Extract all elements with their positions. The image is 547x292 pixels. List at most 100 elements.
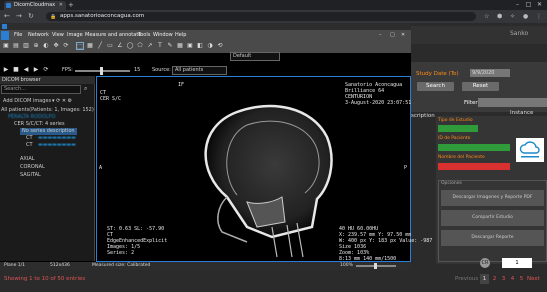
tab-title: DicomCloudmax	[14, 2, 56, 8]
tree-patient[interactable]: PERALTA RODOLFO	[8, 114, 55, 121]
source-select[interactable]: All patients	[172, 66, 227, 75]
menu-image[interactable]: Image	[67, 31, 83, 40]
extensions-icon[interactable]: ⬢	[497, 12, 502, 21]
step-forward-icon[interactable]: ▶	[32, 66, 40, 74]
browser-tab[interactable]: DicomCloudmax ✕	[4, 1, 66, 10]
column-description[interactable]: scription	[411, 113, 435, 119]
page-4[interactable]: 4	[508, 274, 517, 284]
menu-view[interactable]: View	[52, 31, 64, 40]
reset-view-icon[interactable]: ⟲	[216, 42, 224, 50]
dicomcloudmax-logo	[516, 138, 544, 162]
reset-button[interactable]: Reset	[462, 82, 499, 91]
dicom-close-icon[interactable]: ✕	[401, 31, 405, 40]
save-icon[interactable]: ▤	[12, 42, 20, 50]
cloud-icon	[519, 141, 540, 158]
overlay-bottom-right: 40 HU 60.00HU X: 239.57 mm Y: 97.50 mm W…	[339, 226, 433, 262]
zoom-slider-handle[interactable]	[374, 263, 377, 269]
play-icon[interactable]: ▶	[2, 66, 10, 74]
tree-series-no-description[interactable]: No series description	[20, 128, 77, 135]
next-page[interactable]: Next	[527, 274, 540, 284]
layout-select[interactable]: Default	[230, 52, 280, 61]
select-tool-icon[interactable]: ⬚	[76, 42, 84, 50]
menu-tools[interactable]: Tools	[138, 31, 150, 40]
polygon-icon[interactable]: ⬠	[136, 42, 144, 50]
ellipse-icon[interactable]: ◯	[126, 42, 134, 50]
rotate-icon[interactable]: ⟳	[62, 42, 70, 50]
pan-icon[interactable]: ✥	[52, 42, 60, 50]
zoom-icon[interactable]: ⊕	[32, 42, 40, 50]
angle-icon[interactable]: ∠	[116, 42, 124, 50]
new-tab-icon[interactable]: +	[68, 0, 74, 10]
overlay-bottom-left: ST: 0.63 SL: -57.90 CT EdgeEnhancedExpli…	[107, 226, 168, 256]
tree-image-ct-1[interactable]: CT	[26, 135, 33, 142]
step-back-icon[interactable]: ◀	[22, 66, 30, 74]
dicom-browser-title: DICOM browser	[0, 76, 95, 84]
pencil-icon[interactable]: ✎	[166, 42, 174, 50]
tree-all-patients[interactable]: All patients(Patients: 1, Images: 152)	[1, 107, 94, 114]
ruler-icon[interactable]: ▭	[106, 42, 114, 50]
tree-hidden-info-1: ▬▬▬▬▬▬▬▬	[38, 135, 76, 141]
star-icon[interactable]: ☆	[484, 12, 489, 21]
forward-icon[interactable]: →	[16, 12, 22, 21]
url-field[interactable]: 🔒 apps.sanatorioaconcagua.com	[46, 12, 476, 21]
status-measured: Measured size: Calibrated	[92, 263, 151, 268]
menu-network[interactable]: Network	[28, 31, 49, 40]
id-paciente-label: ID de Paciente	[438, 136, 471, 141]
fps-label: FPS:	[62, 67, 73, 73]
open-folder-icon[interactable]: ▣	[2, 42, 10, 50]
tree-series-axial[interactable]: AXIAL	[20, 156, 35, 163]
arrow-annot-icon[interactable]: ↗	[146, 42, 154, 50]
grid-icon[interactable]: ▦	[176, 42, 184, 50]
layout-icon[interactable]: ▣	[186, 42, 194, 50]
orientation-marker-left: A	[99, 165, 103, 171]
puzzle-icon[interactable]: ✧	[510, 12, 515, 21]
search-icon[interactable]: ⌕	[84, 85, 87, 93]
tree-image-ct-2[interactable]: CT	[26, 142, 33, 149]
favicon-icon	[6, 3, 11, 8]
sidebar-tools-icons[interactable]: ▾ ⟳ ✕ ⚙	[52, 98, 72, 105]
page-3[interactable]: 3	[499, 274, 508, 284]
page-number-box[interactable]: 1	[502, 258, 532, 268]
download-report-button[interactable]: Descargar Reporte	[441, 230, 544, 246]
tree-study[interactable]: CER S/C/CT: 4 series	[14, 121, 65, 128]
search-button[interactable]: Search	[417, 82, 454, 91]
profile-icon[interactable]: ●	[523, 12, 528, 21]
previous-page[interactable]: Previous	[455, 274, 478, 284]
window-level-icon[interactable]: ◐	[42, 42, 50, 50]
menu-measure[interactable]: Measure and annotate	[85, 31, 141, 40]
invert-icon[interactable]: ◑	[206, 42, 214, 50]
tree-series-sagital[interactable]: SAGITAL	[20, 172, 41, 179]
dicom-search-input[interactable]: Search...	[1, 85, 81, 94]
loop-icon[interactable]: ⟳	[42, 66, 50, 74]
crop-icon[interactable]: ▦	[86, 42, 94, 50]
line-icon[interactable]: ╱	[96, 42, 104, 50]
page-1[interactable]: 1	[480, 274, 489, 284]
download-images-button[interactable]: Descargar Imagenes y Reporte PDF	[441, 190, 544, 206]
fps-slider-handle[interactable]	[100, 67, 103, 75]
tree-series-coronal[interactable]: CORONAL	[20, 164, 45, 171]
print-icon[interactable]: ▥	[22, 42, 30, 50]
close-window-icon[interactable]: ✕	[534, 0, 545, 10]
stop-icon[interactable]: ■	[12, 66, 20, 74]
user-name: Sanko	[510, 30, 529, 37]
filter-input[interactable]	[478, 98, 547, 107]
menu-help[interactable]: Help	[175, 31, 186, 40]
text-annot-icon[interactable]: T	[156, 42, 164, 50]
dicom-minimize-icon[interactable]: –	[379, 31, 382, 40]
dicom-maximize-icon[interactable]: □	[390, 31, 395, 40]
reload-icon[interactable]: ↻	[28, 12, 34, 21]
study-date-input[interactable]: 9/9/2020	[470, 69, 510, 77]
add-dicom-images[interactable]: Add DICOM images	[3, 98, 51, 105]
maximize-icon[interactable]: □	[523, 0, 534, 10]
overlay-top-center: IF	[178, 82, 185, 88]
mpr-icon[interactable]: ◧	[196, 42, 204, 50]
share-study-button[interactable]: Compartir Estudio	[441, 210, 544, 226]
minimize-icon[interactable]: –	[512, 0, 523, 10]
menu-icon[interactable]: ⋮	[536, 12, 542, 21]
close-tab-icon[interactable]: ✕	[59, 1, 63, 10]
page-5[interactable]: 5	[517, 274, 526, 284]
back-icon[interactable]: ←	[4, 12, 10, 21]
menu-file[interactable]: File	[14, 31, 22, 40]
page-2[interactable]: 2	[490, 274, 499, 284]
menu-window[interactable]: Window	[153, 31, 173, 40]
